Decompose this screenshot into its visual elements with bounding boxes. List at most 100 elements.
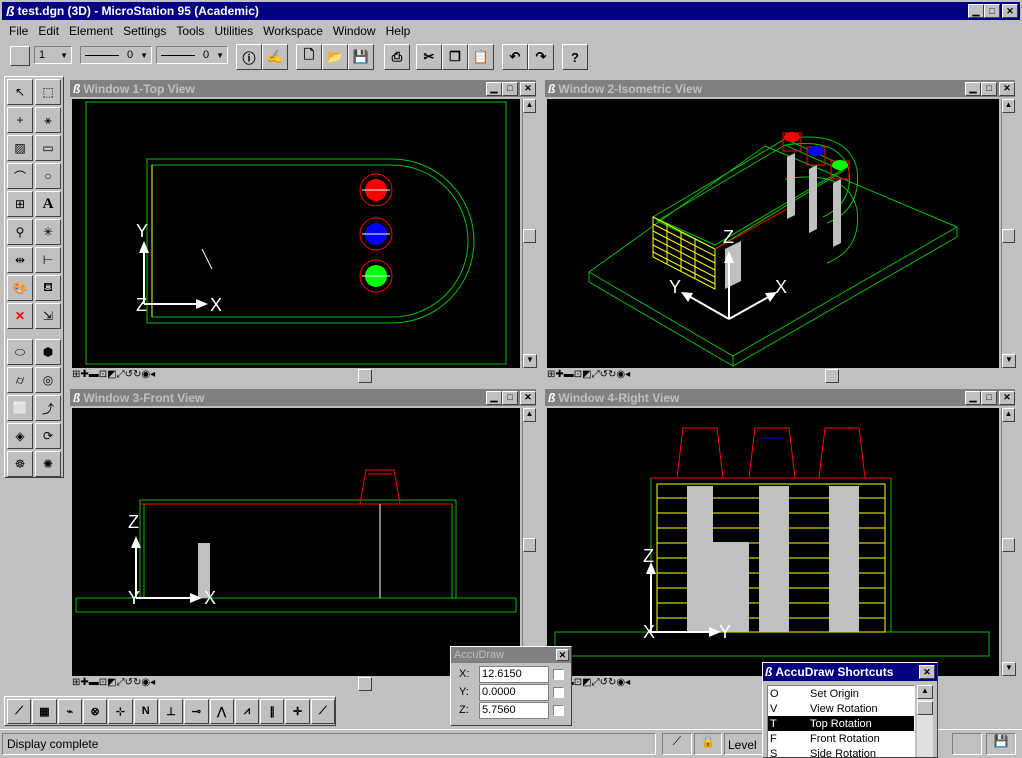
view-minimize-button[interactable]: ▁ [965,81,981,96]
revolve-tool[interactable]: ⟳ [35,423,61,449]
paste-button[interactable]: 📋 [468,44,494,70]
keypoint-snap-button[interactable]: ⟋ [310,698,336,724]
cylinder-hollow-tool[interactable]: ◎ [35,367,61,393]
view-window-right[interactable]: ß Window 4-Right View ▁ □ ✕ Z X Y ▲ ▼ ⊞✚… [543,387,1017,692]
vertical-scrollbar[interactable]: ▲ ▼ [522,408,537,676]
camera-tool[interactable]: ☸ [7,451,33,477]
element-attributes-button[interactable]: ✍ [262,44,288,70]
menu-help[interactable]: Help [386,24,411,38]
midpoint-snap-button[interactable]: ⊸ [184,698,209,724]
cell-tool[interactable]: ⊞ [7,191,33,217]
save-button[interactable]: 💾 [348,44,374,70]
view-maximize-button[interactable]: □ [502,81,518,96]
menu-file[interactable]: File [9,24,28,38]
line-style-select[interactable]: 0 ▼ [80,46,152,64]
undo-button[interactable]: ↶ [502,44,528,70]
view-maximize-button[interactable]: □ [981,81,997,96]
drawing-canvas[interactable]: Y Z X [72,99,520,368]
view-close-button[interactable]: ✕ [520,81,536,96]
light-tool[interactable]: ✺ [35,451,61,477]
view-maximize-button[interactable]: □ [981,390,997,405]
bisector-snap-button[interactable]: ⩘ [234,698,260,724]
view-minimize-button[interactable]: ▁ [965,390,981,405]
print-button[interactable]: ⎙ [384,44,410,70]
delete-tool[interactable]: ✕ [7,303,33,329]
arc-tool[interactable]: ⌒ [7,163,33,189]
menu-utilities[interactable]: Utilities [214,24,253,38]
level-select[interactable]: 1 ▼ [34,46,72,64]
snap-tool[interactable]: ⚲ [7,219,33,245]
render-tool[interactable]: ◈ [7,423,33,449]
hatch-tool[interactable]: ▨ [7,135,33,161]
perp-snap-button[interactable]: ⊥ [158,698,184,724]
view-control-bar[interactable]: ⊞✚▬⊡◩⤢↺↻◉◂ [547,369,999,383]
circle-tool[interactable]: ○ [35,163,61,189]
lock-indicator[interactable]: 🔒 [694,733,722,755]
view-window-top[interactable]: ß Window 1-Top View ▁ □ ✕ Y Z X ▲ ▼ ⊞✚▬⊡… [68,78,538,384]
level-indicator[interactable]: Level [724,733,764,755]
parallel-snap-button[interactable]: ∥ [260,698,285,724]
slab-tool[interactable]: ⬭ [7,339,33,365]
dimension-tool[interactable]: ⇹ [7,247,33,273]
menu-element[interactable]: Element [69,24,113,38]
list-item[interactable]: F Front Rotation [768,731,914,746]
save-indicator[interactable]: 💾 [986,733,1016,755]
center-snap-button[interactable]: ⊗ [82,698,108,724]
help-button[interactable]: ? [562,44,588,70]
solid-tool[interactable]: ⬢ [35,339,61,365]
vertical-scrollbar[interactable]: ▲ ▼ [522,99,537,368]
palette-tool[interactable]: 🎨 [7,275,33,301]
origin-snap-button[interactable]: ⊹ [108,698,133,724]
close-button[interactable]: ✕ [1002,4,1018,18]
nearest-snap-button[interactable]: ⌁ [57,698,82,724]
view-close-button[interactable]: ✕ [520,390,536,405]
point-tool[interactable]: + [7,107,33,133]
drawing-canvas[interactable]: Z Y X [547,99,999,368]
measure-tool[interactable]: ⚹ [35,107,61,133]
menu-settings[interactable]: Settings [123,24,166,38]
view-control-bar[interactable]: ⊞✚▬⊡◩⤢↺↻◉◂ [72,369,520,383]
shortcuts-list[interactable]: O Set Origin V View Rotation T Top Rotation… [767,685,915,758]
list-item[interactable]: O Set Origin [768,686,914,701]
cut-button[interactable]: ✂ [416,44,442,70]
line-weight-select[interactable]: 0 ▼ [156,46,228,64]
modify-tool[interactable]: ✳ [35,219,61,245]
list-item-selected[interactable]: T Top Rotation [768,716,914,731]
accudraw-x-input[interactable] [479,665,549,683]
view-minimize-button[interactable]: ▁ [486,390,502,405]
shortcuts-scrollbar[interactable]: ▲ [917,685,933,757]
cylinder-tool[interactable]: ⌭ [7,367,33,393]
view-maximize-button[interactable]: □ [502,390,518,405]
line-snap-button[interactable]: ⟋ [7,698,32,724]
menu-workspace[interactable]: Workspace [263,24,323,38]
extrude-tool[interactable]: ⤴ [35,395,61,421]
drawing-canvas[interactable]: Z X Y [547,408,999,676]
box-tool[interactable]: ⬜ [7,395,33,421]
fence-tool[interactable]: ⬚ [35,79,61,105]
menu-edit[interactable]: Edit [38,24,59,38]
fill-tool[interactable]: ⛾ [35,275,61,301]
accudraw-y-input[interactable] [479,683,549,701]
accudraw-x-lock-checkbox[interactable] [553,668,564,680]
accudraw-z-lock-checkbox[interactable] [553,704,564,716]
drawing-canvas[interactable]: Z Y X [72,408,520,676]
dimension-size-tool[interactable]: ⊢ [35,247,61,273]
snap-mode-indicator[interactable]: ⟋ [662,733,692,755]
tangent-snap-button[interactable]: Ν [133,698,158,724]
view-window-isometric[interactable]: ß Window 2-Isometric View ▁ □ ✕ Z Y X ▲ … [543,78,1017,384]
menu-window[interactable]: Window [333,24,376,38]
accudraw-close-button[interactable]: ✕ [556,649,569,661]
new-file-button[interactable]: 🗋 [296,44,322,70]
open-file-button[interactable]: 📂 [322,44,348,70]
move-tool[interactable]: ⇲ [35,303,61,329]
view-minimize-button[interactable]: ▁ [486,81,502,96]
view-control-icons[interactable]: ⊞✚▬⊡◩⤢↺↻◉◂ [72,369,155,383]
point-snap-button[interactable]: ✛ [285,698,310,724]
color-swatch-button[interactable] [10,46,30,66]
list-item[interactable]: S Side Rotation [768,746,914,758]
vertical-scrollbar[interactable]: ▲ ▼ [1001,408,1016,676]
intersection-snap-button[interactable]: ⋀ [209,698,234,724]
rectangle-tool[interactable]: ▭ [35,135,61,161]
shortcuts-close-button[interactable]: ✕ [919,665,935,679]
view-close-button[interactable]: ✕ [999,81,1015,96]
